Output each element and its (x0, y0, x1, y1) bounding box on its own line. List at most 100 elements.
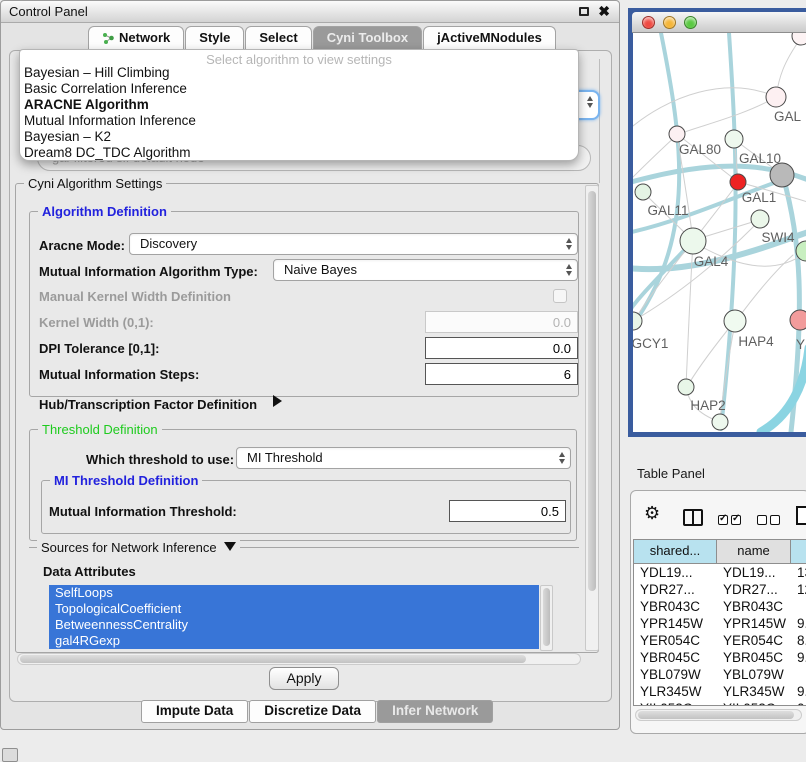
network-node-gal10-node[interactable] (725, 130, 743, 148)
node-label: GAL1 (742, 190, 777, 205)
network-canvas[interactable]: GALGAL80GAL10GAL1GAL11SWI4GAL4GCY1HAP4YH… (633, 33, 806, 432)
apply-button[interactable]: Apply (269, 667, 339, 690)
control-panel-titlebar[interactable]: Control Panel ✖ (1, 1, 619, 23)
attributes-scrollbar-thumb[interactable] (543, 588, 550, 646)
network-edge[interactable] (679, 97, 776, 134)
network-edge[interactable] (736, 255, 793, 321)
network-node-gal4-node[interactable] (680, 228, 706, 254)
node-label: Y (796, 337, 805, 352)
node-label: SWI4 (761, 230, 794, 245)
network-node-red-node[interactable] (730, 174, 746, 190)
network-node-swi4-node[interactable] (751, 210, 769, 228)
network-node-hap4-node[interactable] (724, 310, 746, 332)
table-row[interactable]: YLR345WYLR345W9. (634, 683, 806, 700)
tab-cyni-toolbox[interactable]: Cyni Toolbox (313, 26, 422, 50)
network-window-titlebar[interactable] (632, 12, 806, 33)
network-node-gal11-node[interactable] (635, 184, 651, 200)
attribute-list-item[interactable]: TopologicalCoefficient (49, 601, 539, 617)
tab-network-label: Network (119, 30, 170, 45)
algorithm-option[interactable]: Basic Correlation Inference (20, 81, 578, 97)
combo-stepper-icon (559, 452, 565, 464)
hub-definition-label: Hub/Transcription Factor Definition (39, 397, 257, 412)
table-hscrollbar-thumb[interactable] (638, 711, 794, 719)
table-cell: 9. (791, 649, 806, 666)
tab-select[interactable]: Select (245, 26, 311, 50)
table-row[interactable]: YBR045CYBR045C9. (634, 649, 806, 666)
hub-expand-arrow-icon[interactable] (273, 395, 282, 407)
settings-hscrollbar-thumb[interactable] (20, 655, 526, 663)
attributes-scrollbar[interactable] (540, 585, 553, 651)
table-cell: 0 (791, 700, 806, 706)
dpi-tolerance-input[interactable] (425, 337, 578, 359)
gear-icon[interactable]: ⚙ (644, 503, 660, 524)
minimized-panel-icon[interactable] (2, 748, 18, 762)
table-row[interactable]: YDL19...YDL19...13 (634, 564, 806, 581)
control-panel-title: Control Panel (9, 4, 88, 19)
close-traffic-light-icon[interactable] (642, 16, 655, 29)
restore-window-icon[interactable] (579, 7, 589, 16)
table-cell: YBR045C (717, 649, 791, 666)
node-table: shared... name YDL19...YDL19...13YDR27..… (633, 539, 806, 706)
table-row[interactable]: YBR043CYBR043C (634, 598, 806, 615)
settings-horizontal-scrollbar[interactable] (17, 653, 581, 665)
tab-infer-network[interactable]: Infer Network (377, 700, 493, 723)
table-row[interactable]: YBL079WYBL079W (634, 666, 806, 683)
table-row[interactable]: YER054CYER054C8. (634, 632, 806, 649)
which-threshold-combo[interactable]: MI Threshold (236, 447, 571, 469)
table-cell: YPR145W (717, 615, 791, 632)
manual-kernel-checkbox[interactable] (553, 289, 567, 303)
column-header-name[interactable]: name (717, 540, 791, 563)
tab-impute-data[interactable]: Impute Data (141, 700, 248, 723)
settings-vertical-scrollbar[interactable] (585, 185, 599, 651)
network-node-top-node[interactable] (792, 33, 806, 45)
tab-jactivemnodules[interactable]: jActiveMNodules (423, 26, 556, 50)
table-horizontal-scrollbar[interactable] (635, 709, 802, 721)
attribute-list-item[interactable]: SelfLoops (49, 585, 539, 601)
which-threshold-label: Which threshold to use: (86, 452, 234, 467)
sources-collapse-arrow-icon[interactable] (224, 542, 236, 551)
network-node-hap2-node[interactable] (678, 379, 694, 395)
algorithm-option[interactable]: Bayesian – Hill Climbing (20, 65, 578, 81)
tab-discretize-data[interactable]: Discretize Data (249, 700, 376, 723)
kernel-width-input[interactable] (425, 311, 578, 333)
algorithm-option[interactable]: Mutual Information Inference (20, 113, 578, 129)
select-all-checkboxes-icon[interactable] (718, 513, 744, 528)
combo-stepper-icon (566, 238, 572, 250)
network-node-pink-node[interactable] (766, 87, 786, 107)
mi-type-combo[interactable]: Naive Bayes (273, 259, 578, 281)
column-header-clipped[interactable] (791, 540, 806, 563)
network-edge[interactable] (633, 88, 776, 131)
attribute-list-item[interactable]: gal4RGexp (49, 633, 539, 649)
deselect-all-checkboxes-icon[interactable] (757, 513, 783, 528)
settings-scrollbar-thumb[interactable] (588, 191, 596, 591)
network-node-bottom-node[interactable] (712, 414, 728, 430)
table-row[interactable]: YPR145WYPR145W9. (634, 615, 806, 632)
minimize-traffic-light-icon[interactable] (663, 16, 676, 29)
network-node-gray-node[interactable] (770, 163, 794, 187)
mi-threshold-input[interactable] (449, 500, 566, 522)
mi-steps-input[interactable] (425, 363, 578, 385)
tab-network[interactable]: Network (88, 26, 184, 50)
table-cell: YBL079W (634, 666, 717, 683)
columns-icon[interactable] (683, 509, 703, 526)
table-cell: YBR043C (634, 598, 717, 615)
table-row[interactable]: YDR27...YDR27...12 (634, 581, 806, 598)
algorithm-option[interactable]: ARACNE Algorithm (20, 97, 578, 113)
column-header-shared-name[interactable]: shared... (634, 540, 717, 563)
algorithm-option[interactable]: Dream8 DC_TDC Algorithm (20, 145, 578, 161)
network-node-gal80-node[interactable] (669, 126, 685, 142)
control-panel-tabbar: Network Style Select Cyni Toolbox jActiv… (88, 26, 557, 50)
table-cell: YIL052C (634, 700, 717, 706)
tab-style[interactable]: Style (185, 26, 244, 50)
attribute-list-item[interactable]: BetweennessCentrality (49, 617, 539, 633)
zoom-traffic-light-icon[interactable] (684, 16, 697, 29)
aracne-mode-combo[interactable]: Discovery (129, 233, 578, 255)
close-window-icon[interactable]: ✖ (598, 3, 610, 20)
export-table-icon[interactable] (796, 506, 806, 525)
aracne-mode-label: Aracne Mode: (39, 238, 125, 253)
table-cell: YBR043C (717, 598, 791, 615)
network-node-salmon-node[interactable] (790, 310, 806, 330)
sources-group-title: Sources for Network Inference (37, 540, 240, 555)
table-row[interactable]: YIL052CYIL052C0 (634, 700, 806, 706)
algorithm-option[interactable]: Bayesian – K2 (20, 129, 578, 145)
